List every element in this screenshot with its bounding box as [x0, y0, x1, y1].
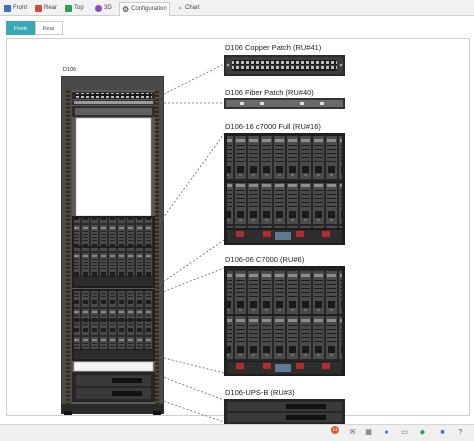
- rack-slot-fiber-patch[interactable]: [72, 100, 155, 105]
- profile-icon[interactable]: ■: [438, 428, 447, 437]
- rack-slot-shelf[interactable]: [72, 106, 155, 117]
- rack-slot-c7000[interactable]: [72, 289, 155, 361]
- notification-count-badge: 13: [331, 426, 339, 434]
- rack-empty-space: [75, 117, 152, 217]
- status-bar: ● 13 ✉ ▦ ● ▭ ◆ ■ ?: [0, 424, 474, 441]
- device-copper-patch[interactable]: [224, 55, 345, 76]
- help-icon[interactable]: ?: [456, 428, 465, 437]
- device-c7000-full[interactable]: [224, 133, 345, 245]
- device-ups-b[interactable]: [224, 399, 345, 424]
- rack-drawing: [61, 55, 345, 424]
- chat-icon[interactable]: ◆: [418, 428, 427, 437]
- rack-slot-c7000-full[interactable]: [72, 216, 155, 288]
- device-c7000[interactable]: [224, 266, 345, 376]
- rack-slot-ups-b[interactable]: [72, 372, 155, 402]
- callout-lines: [159, 63, 225, 423]
- folder-icon[interactable]: ▭: [400, 428, 409, 437]
- rack-blank-panel: [73, 361, 154, 372]
- device-fiber-patch[interactable]: [224, 98, 345, 109]
- rack-slot-copper-patch[interactable]: [72, 92, 155, 99]
- user-icon[interactable]: ●: [382, 428, 391, 437]
- mail-icon[interactable]: ✉: [348, 428, 357, 437]
- grid-icon[interactable]: ▦: [364, 428, 373, 437]
